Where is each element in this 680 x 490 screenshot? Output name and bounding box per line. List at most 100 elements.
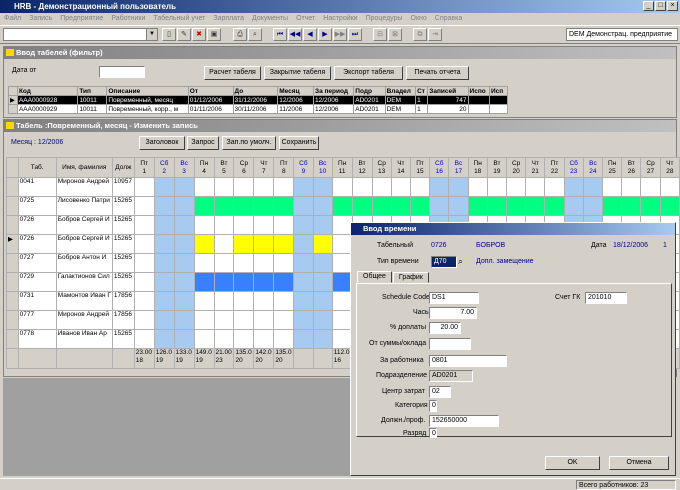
- rank-input[interactable]: 0: [429, 428, 437, 438]
- search-icon[interactable]: ⌕: [458, 256, 468, 268]
- maximize-icon[interactable]: □: [655, 1, 666, 11]
- export-timesheet-button[interactable]: Экспорт табеля: [334, 66, 403, 80]
- day-cell[interactable]: [193, 215, 215, 235]
- day-cell[interactable]: [233, 272, 255, 292]
- day-cell[interactable]: [173, 234, 195, 254]
- column-header[interactable]: Ст: [415, 86, 429, 96]
- preview-icon[interactable]: ⌕: [248, 28, 262, 41]
- menu-item[interactable]: Настройки: [323, 13, 357, 25]
- column-header[interactable]: Месяц: [277, 86, 314, 96]
- day-cell[interactable]: [525, 177, 546, 197]
- day-cell[interactable]: [253, 291, 275, 311]
- day-cell[interactable]: [133, 291, 155, 311]
- day-cell[interactable]: [273, 272, 295, 292]
- cost-center-input[interactable]: 02: [429, 386, 451, 398]
- day-cell[interactable]: [544, 196, 565, 216]
- day-cell[interactable]: [273, 253, 295, 273]
- day-cell[interactable]: [193, 177, 215, 197]
- cell-name[interactable]: Бобров Сергей И: [55, 234, 113, 254]
- day-cell[interactable]: [213, 310, 235, 330]
- column-header[interactable]: Владел: [384, 86, 417, 96]
- day-cell[interactable]: [213, 215, 235, 235]
- menu-item[interactable]: Файл: [4, 13, 21, 25]
- column-header[interactable]: Описание: [106, 86, 189, 96]
- day-cell[interactable]: [331, 196, 353, 216]
- cell-name[interactable]: Галактионов Сил: [55, 272, 113, 292]
- day-cell[interactable]: [153, 215, 175, 235]
- day-cell[interactable]: [213, 329, 235, 349]
- close-timesheet-button[interactable]: Закрытие табеля: [264, 66, 331, 80]
- day-cell[interactable]: [253, 177, 275, 197]
- table-row[interactable]: AAA0000929 10011 Повременный, корр., м 01/1…: [8, 104, 509, 114]
- day-cell[interactable]: [153, 253, 175, 273]
- day-cell[interactable]: [233, 329, 255, 349]
- from-sum-input[interactable]: [429, 338, 471, 350]
- table-row[interactable]: 0041 Миронов Андрей 10957: [6, 177, 680, 197]
- day-cell[interactable]: [193, 291, 215, 311]
- day-cell[interactable]: [233, 177, 255, 197]
- exit-icon[interactable]: ⇥: [428, 28, 442, 41]
- column-header[interactable]: За период: [312, 86, 355, 96]
- day-cell[interactable]: [293, 196, 314, 216]
- menu-item[interactable]: Зарплата: [213, 13, 244, 25]
- day-cell[interactable]: [312, 234, 333, 254]
- schedule-code-input[interactable]: DS1: [429, 292, 479, 304]
- day-cell[interactable]: [233, 234, 255, 254]
- day-cell[interactable]: [273, 215, 295, 235]
- day-cell[interactable]: [273, 177, 295, 197]
- day-cell[interactable]: [293, 215, 314, 235]
- cell-name[interactable]: Лисовенко Патри: [55, 196, 113, 216]
- day-cell[interactable]: [486, 196, 507, 216]
- day-cell[interactable]: [173, 253, 195, 273]
- day-cell[interactable]: [312, 329, 333, 349]
- day-cell[interactable]: [273, 234, 295, 254]
- day-cell[interactable]: [213, 291, 235, 311]
- last-record-icon[interactable]: ⏭: [348, 28, 362, 41]
- day-cell[interactable]: [253, 329, 275, 349]
- day-cell[interactable]: [582, 196, 604, 216]
- menu-item[interactable]: Документы: [252, 13, 288, 25]
- day-cell[interactable]: [467, 177, 488, 197]
- day-cell[interactable]: [293, 253, 314, 273]
- day-cell[interactable]: [233, 253, 255, 273]
- day-cell[interactable]: [153, 196, 175, 216]
- first-record-icon[interactable]: ⏮: [273, 28, 287, 41]
- day-cell[interactable]: [133, 253, 155, 273]
- day-cell[interactable]: [173, 310, 195, 330]
- day-cell[interactable]: [133, 215, 155, 235]
- column-header[interactable]: Тип: [77, 86, 108, 96]
- cell-pos[interactable]: 15265: [111, 234, 135, 254]
- cell-tab[interactable]: 0726: [17, 215, 57, 235]
- day-cell[interactable]: [233, 215, 255, 235]
- tab-general[interactable]: Общее: [357, 271, 392, 283]
- day-cell[interactable]: [293, 310, 314, 330]
- column-header[interactable]: От: [187, 86, 234, 96]
- cell-tab[interactable]: 0778: [17, 329, 57, 349]
- day-cell[interactable]: [429, 196, 450, 216]
- day-cell[interactable]: [273, 196, 295, 216]
- cell-tab[interactable]: 0725: [17, 196, 57, 216]
- column-header[interactable]: Код: [16, 86, 79, 96]
- cell-name[interactable]: Бобров Сергей И: [55, 215, 113, 235]
- day-cell[interactable]: [193, 272, 215, 292]
- day-cell[interactable]: [486, 177, 507, 197]
- day-cell[interactable]: [233, 291, 255, 311]
- day-cell[interactable]: [293, 329, 314, 349]
- day-cell[interactable]: [233, 310, 255, 330]
- cell-name[interactable]: Иванов Иван Ар: [55, 329, 113, 349]
- day-cell[interactable]: [312, 196, 333, 216]
- day-cell[interactable]: [312, 215, 333, 235]
- column-header[interactable]: До: [232, 86, 279, 96]
- cell-name[interactable]: Бобров Антон И: [55, 253, 113, 273]
- cell-tab[interactable]: 0041: [17, 177, 57, 197]
- copy-icon[interactable]: ⧉: [413, 28, 427, 41]
- day-cell[interactable]: [233, 196, 255, 216]
- ok-button[interactable]: OK: [545, 456, 600, 470]
- day-cell[interactable]: [659, 177, 680, 197]
- menu-item[interactable]: Справка: [435, 13, 462, 25]
- next-record-icon[interactable]: ▶: [318, 28, 332, 41]
- prev-page-icon[interactable]: ◀◀: [288, 28, 302, 41]
- cell-name[interactable]: Миронов Андрей: [55, 177, 113, 197]
- day-cell[interactable]: [133, 272, 155, 292]
- day-cell[interactable]: [640, 177, 661, 197]
